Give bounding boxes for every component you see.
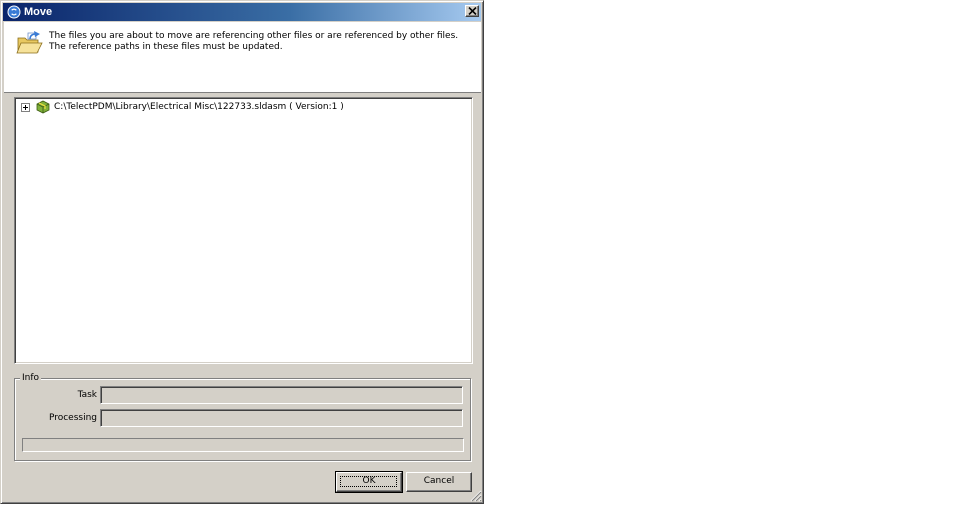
task-label: Task [77, 390, 97, 400]
cancel-label: Cancel [423, 476, 455, 486]
close-icon [468, 7, 477, 15]
app-icon [7, 5, 21, 19]
processing-field [100, 409, 463, 427]
ok-label: OK [362, 476, 376, 486]
info-legend: Info [20, 373, 42, 384]
close-button[interactable] [465, 5, 479, 17]
processing-label: Processing [48, 413, 97, 423]
message-line-1: The files you are about to move are refe… [49, 31, 459, 41]
expand-icon[interactable] [21, 103, 30, 112]
message-header: The files you are about to move are refe… [4, 22, 481, 93]
ok-button[interactable]: OK [335, 471, 403, 493]
reference-tree[interactable]: C:\TelectPDM\Library\Electrical Misc\122… [14, 97, 473, 364]
info-group: Info Task Processing [14, 373, 471, 461]
progress-bar [22, 438, 464, 452]
resize-grip-icon[interactable] [470, 490, 482, 502]
assembly-icon [35, 100, 51, 114]
cancel-button[interactable]: Cancel [406, 472, 472, 492]
task-field [100, 386, 463, 404]
window-title: Move [24, 6, 53, 18]
folder-open-icon [16, 30, 44, 56]
message-line-2: The reference paths in these files must … [49, 42, 283, 52]
move-dialog: Move The files you are about to move are… [0, 0, 484, 504]
tree-item-label: C:\TelectPDM\Library\Electrical Misc\122… [54, 102, 344, 112]
title-bar[interactable]: Move [3, 3, 481, 21]
